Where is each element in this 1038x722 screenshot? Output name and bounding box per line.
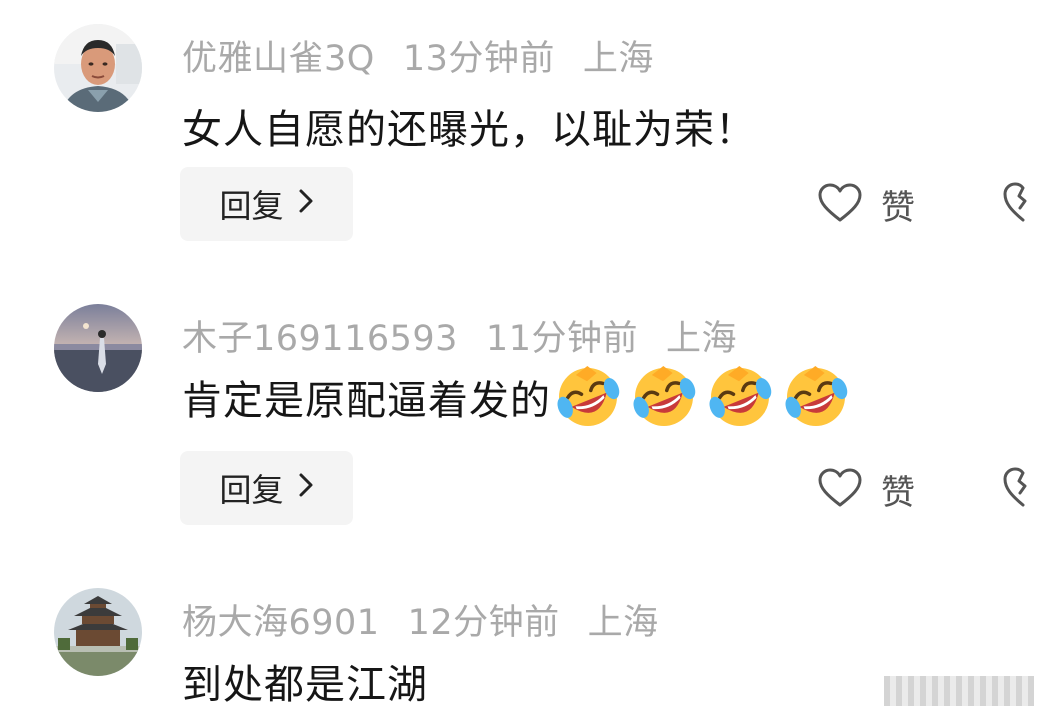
chevron-right-icon: [298, 471, 314, 506]
comment-body: 到处都是江湖: [182, 662, 428, 708]
avatar[interactable]: [54, 24, 142, 112]
reply-button[interactable]: 回复: [180, 451, 353, 525]
timestamp: 11分钟前: [485, 319, 638, 359]
reply-label: 回复: [219, 471, 284, 509]
rofl-laughing-emoji: [555, 364, 621, 430]
emoji-group: [555, 364, 849, 430]
location: 上海: [665, 319, 737, 359]
like-button[interactable]: 赞: [817, 180, 915, 229]
broken-heart-icon: [1003, 182, 1038, 228]
comment-body: 肯定是原配逼着发的: [182, 378, 551, 424]
comment-text: 到处都是江湖: [182, 652, 428, 710]
location: 上海: [582, 39, 654, 79]
comment-list: 优雅山雀3Q 13分钟前 上海 女人自愿的还曝光，以耻为荣！ 回复 赞 木子16…: [0, 0, 1038, 722]
username[interactable]: 优雅山雀3Q: [182, 39, 375, 79]
location: 上海: [587, 603, 659, 643]
username[interactable]: 杨大海6901: [182, 603, 380, 643]
comment-meta: 优雅山雀3Q 13分钟前 上海: [182, 30, 682, 81]
rofl-laughing-emoji: [631, 364, 697, 430]
username[interactable]: 木子169116593: [182, 319, 458, 359]
chevron-right-icon: [298, 187, 314, 222]
comment-body: 女人自愿的还曝光，以耻为荣！: [182, 107, 756, 153]
heart-outline-icon: [817, 467, 863, 513]
comment-text: 女人自愿的还曝光，以耻为荣！: [182, 97, 756, 155]
dislike-button[interactable]: [1003, 180, 1038, 226]
comment-text: 肯定是原配逼着发的: [182, 364, 849, 430]
dislike-button[interactable]: [1003, 465, 1038, 511]
comment-meta: 杨大海6901 12分钟前 上海: [182, 594, 687, 645]
reply-label: 回复: [219, 187, 284, 225]
like-button[interactable]: 赞: [817, 465, 915, 514]
like-label: 赞: [881, 188, 915, 228]
timestamp: 13分钟前: [402, 39, 555, 79]
like-label: 赞: [881, 473, 915, 513]
broken-heart-icon: [1003, 467, 1038, 513]
rofl-laughing-emoji: [707, 364, 773, 430]
comment-meta: 木子169116593 11分钟前 上海: [182, 310, 765, 361]
reply-button[interactable]: 回复: [180, 167, 353, 241]
heart-outline-icon: [817, 182, 863, 228]
timestamp: 12分钟前: [407, 603, 560, 643]
rofl-laughing-emoji: [783, 364, 849, 430]
watermark: [884, 676, 1034, 706]
avatar[interactable]: [54, 304, 142, 392]
avatar[interactable]: [54, 588, 142, 676]
